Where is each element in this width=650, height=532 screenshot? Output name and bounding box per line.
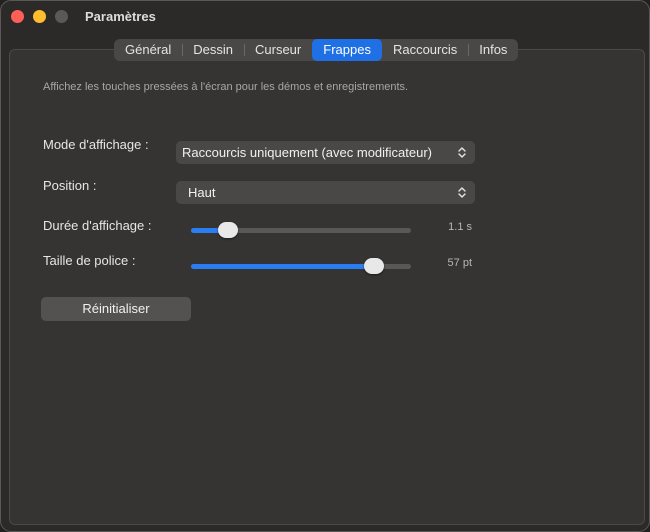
tab-bar: Général Dessin Curseur Frappes Raccourci… bbox=[114, 39, 519, 61]
display-mode-label: Mode d'affichage : bbox=[43, 137, 149, 152]
display-mode-select[interactable]: Raccourcis uniquement (avec modificateur… bbox=[176, 141, 475, 164]
duration-label: Durée d'affichage : bbox=[43, 218, 152, 233]
font-size-slider[interactable] bbox=[191, 256, 411, 276]
display-mode-value: Raccourcis uniquement (avec modificateur… bbox=[182, 145, 432, 160]
settings-panel bbox=[9, 49, 645, 525]
slider-knob[interactable] bbox=[364, 258, 384, 274]
slider-fill bbox=[191, 264, 374, 269]
title-bar: Paramètres bbox=[1, 1, 649, 35]
reset-button[interactable]: Réinitialiser bbox=[41, 297, 191, 321]
tab-frappes[interactable]: Frappes bbox=[312, 39, 382, 61]
slider-knob[interactable] bbox=[218, 222, 238, 238]
font-size-value: 57 pt bbox=[447, 257, 472, 269]
chevron-up-down-icon bbox=[458, 147, 466, 158]
position-value: Haut bbox=[188, 185, 216, 200]
settings-window: Paramètres Général Dessin Curseur Frappe… bbox=[0, 0, 650, 532]
window-title: Paramètres bbox=[85, 9, 156, 24]
tab-dessin[interactable]: Dessin bbox=[182, 39, 244, 61]
chevron-up-down-icon bbox=[458, 187, 466, 198]
minimize-button[interactable] bbox=[33, 10, 46, 23]
tab-infos[interactable]: Infos bbox=[468, 39, 518, 61]
duration-slider[interactable] bbox=[191, 220, 411, 240]
close-button[interactable] bbox=[11, 10, 24, 23]
position-select[interactable]: Haut bbox=[176, 181, 475, 204]
font-size-label: Taille de police : bbox=[43, 253, 136, 268]
duration-value: 1.1 s bbox=[448, 221, 472, 233]
tab-general[interactable]: Général bbox=[114, 39, 182, 61]
tab-raccourcis[interactable]: Raccourcis bbox=[382, 39, 468, 61]
zoom-button[interactable] bbox=[55, 10, 68, 23]
tab-curseur[interactable]: Curseur bbox=[244, 39, 312, 61]
position-label: Position : bbox=[43, 178, 97, 193]
section-description: Affichez les touches pressées à l'écran … bbox=[43, 81, 409, 93]
